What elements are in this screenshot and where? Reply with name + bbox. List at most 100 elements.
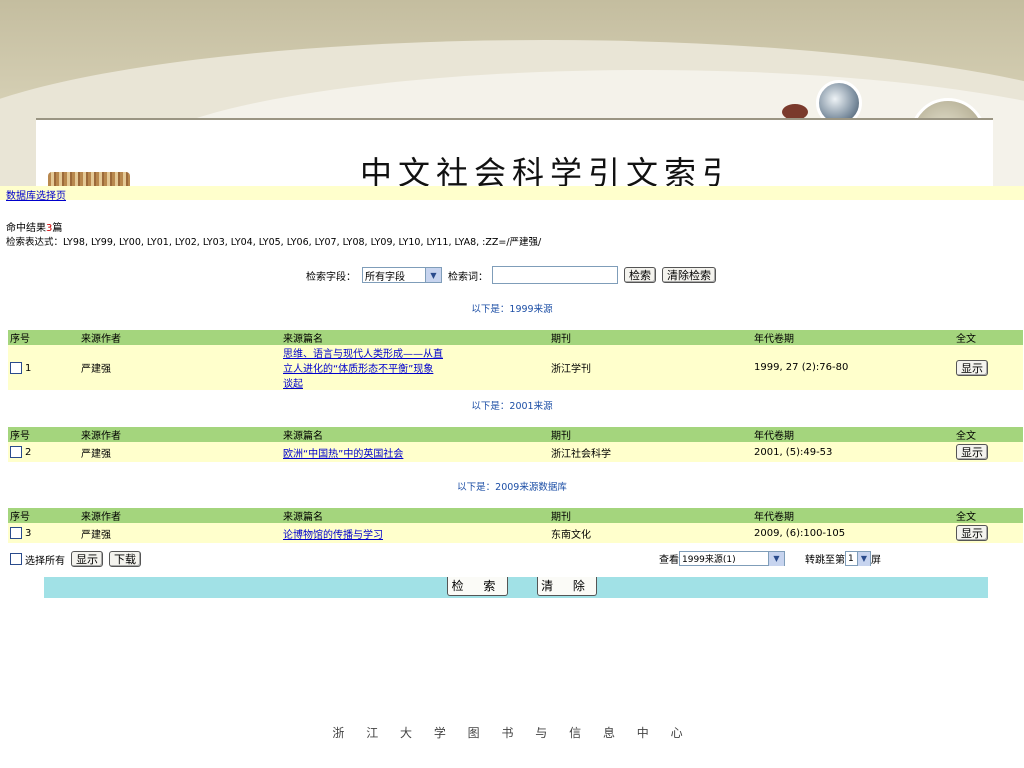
show-selected-button[interactable]: 显示	[71, 551, 103, 567]
field-label: 检索字段：	[306, 271, 356, 283]
row-journal: 浙江社会科学	[549, 442, 752, 462]
organization-footer: 浙 江 大 学 图 书 与 信 息 中 心	[332, 726, 692, 740]
field-select[interactable]: 所有字段 ▼	[362, 267, 442, 283]
col-header-fulltext: 全文	[954, 330, 1023, 345]
clear-search-button[interactable]: 清除检索	[662, 267, 716, 283]
row-no: 2	[25, 447, 32, 458]
row-checkbox[interactable]	[10, 446, 22, 458]
show-fulltext-button[interactable]: 显示	[956, 359, 988, 376]
hit-count-prefix: 命中结果	[6, 223, 46, 234]
col-header-journal: 期刊	[549, 508, 752, 523]
col-header-journal: 期刊	[549, 330, 752, 345]
bottom-search-button[interactable]: 检 索	[447, 577, 508, 596]
section-heading-2009: 以下是：2009来源数据库	[457, 482, 567, 493]
title-line: 立人进化的“体质形态不平衡”现象	[283, 364, 434, 375]
jump-page-value: 1	[848, 553, 854, 564]
col-header-no: 序号	[8, 330, 79, 345]
col-header-no: 序号	[8, 508, 79, 523]
col-header-issue: 年代卷期	[752, 427, 954, 442]
jump-page-select[interactable]: 1 ▼	[845, 551, 871, 566]
select-all-label: 选择所有	[25, 555, 65, 567]
article-title-link[interactable]: 思维、语言与现代人类形成——从直 立人进化的“体质形态不平衡”现象 谈起	[283, 349, 443, 390]
col-header-title: 来源篇名	[281, 427, 549, 442]
table-header-row: 序号 来源作者 来源篇名 期刊 年代卷期 全文	[8, 508, 1023, 523]
row-journal: 浙江学刊	[549, 345, 752, 390]
row-author: 严建强	[79, 345, 281, 390]
bottom-clear-button[interactable]: 清 除	[537, 577, 597, 596]
row-no-cell: 3	[8, 523, 79, 543]
db-select-link[interactable]: 数据库选择页	[6, 187, 66, 202]
row-journal: 东南文化	[549, 523, 752, 543]
search-expression: 检索表达式：LY98, LY99, LY00, LY01, LY02, LY03…	[6, 234, 541, 248]
row-title-cell: 论博物馆的传播与学习	[281, 523, 549, 543]
row-no-cell: 1	[8, 345, 79, 390]
hit-count: 命中结果3篇	[6, 219, 62, 234]
col-header-author: 来源作者	[79, 330, 281, 345]
bulk-actions: 选择所有 显示 下载	[10, 551, 147, 567]
col-header-fulltext: 全文	[954, 427, 1023, 442]
table-row: 3 严建强 论博物馆的传播与学习 东南文化 2009, (6):100-105 …	[8, 523, 1023, 543]
chevron-down-icon[interactable]: ▼	[768, 551, 784, 566]
chevron-down-icon[interactable]: ▼	[425, 268, 441, 282]
article-title-link[interactable]: 欧洲“中国热”中的英国社会	[283, 449, 403, 460]
row-issue: 2001, (5):49-53	[752, 442, 954, 462]
row-no: 3	[25, 528, 32, 539]
col-header-title: 来源篇名	[281, 330, 549, 345]
result-actions-bar: 选择所有 显示 下载 查看 1999来源(1) ▼ 转跳至第 1 ▼ 屏	[8, 549, 1023, 567]
row-fulltext-cell: 显示	[954, 523, 1023, 543]
section-heading-1999: 以下是：1999来源	[471, 304, 553, 315]
header-banner: 中文社会科学引文索引	[0, 0, 1024, 186]
search-expression-value: LY98, LY99, LY00, LY01, LY02, LY03, LY04…	[63, 237, 542, 248]
search-button[interactable]: 检索	[624, 267, 656, 283]
title-line: 思维、语言与现代人类形成——从直	[283, 349, 443, 360]
hit-count-suffix: 篇	[52, 223, 63, 234]
col-header-author: 来源作者	[79, 427, 281, 442]
row-issue: 1999, 27 (2):76-80	[752, 345, 954, 390]
view-label: 查看	[659, 555, 679, 566]
table-row: 2 严建强 欧洲“中国热”中的英国社会 浙江社会科学 2001, (5):49-…	[8, 442, 1023, 462]
col-header-issue: 年代卷期	[752, 508, 954, 523]
view-source-value: 1999来源(1)	[682, 555, 736, 565]
col-header-issue: 年代卷期	[752, 330, 954, 345]
term-label: 检索词：	[448, 271, 488, 283]
row-fulltext-cell: 显示	[954, 345, 1023, 390]
books-decoration-icon	[48, 172, 130, 186]
row-title-cell: 思维、语言与现代人类形成——从直 立人进化的“体质形态不平衡”现象 谈起	[281, 345, 549, 390]
results-table-2009: 序号 来源作者 来源篇名 期刊 年代卷期 全文 3 严建强 论博物馆的传播与学习…	[8, 508, 1023, 543]
article-title-link[interactable]: 论博物馆的传播与学习	[283, 530, 383, 541]
search-expression-label: 检索表达式：	[6, 237, 64, 248]
chevron-down-icon[interactable]: ▼	[857, 551, 870, 566]
col-header-no: 序号	[8, 427, 79, 442]
row-author: 严建强	[79, 523, 281, 543]
row-title-cell: 欧洲“中国热”中的英国社会	[281, 442, 549, 462]
nav-bar: 数据库选择页	[0, 186, 1024, 202]
view-navigation: 查看 1999来源(1) ▼ 转跳至第 1 ▼ 屏	[659, 551, 881, 566]
jump-prefix: 转跳至第	[805, 555, 845, 566]
table-row: 1 严建强 思维、语言与现代人类形成——从直 立人进化的“体质形态不平衡”现象 谈起…	[8, 345, 1023, 390]
site-title: 中文社会科学引文索引	[360, 154, 720, 186]
title-line: 谈起	[283, 379, 303, 390]
table-header-row: 序号 来源作者 来源篇名 期刊 年代卷期 全文	[8, 330, 1023, 345]
search-form: 检索字段： 所有字段 ▼ 检索词： 检索 清除检索	[306, 265, 722, 285]
show-fulltext-button[interactable]: 显示	[956, 525, 988, 541]
row-issue: 2009, (6):100-105	[752, 523, 954, 543]
col-header-journal: 期刊	[549, 427, 752, 442]
select-all-checkbox[interactable]	[10, 553, 22, 565]
jump-suffix: 屏	[871, 555, 881, 566]
download-button[interactable]: 下载	[109, 551, 141, 567]
col-header-author: 来源作者	[79, 508, 281, 523]
row-fulltext-cell: 显示	[954, 442, 1023, 462]
row-no-cell: 2	[8, 442, 79, 462]
results-table-2001: 序号 来源作者 来源篇名 期刊 年代卷期 全文 2 严建强 欧洲“中国热”中的英…	[8, 427, 1023, 462]
row-checkbox[interactable]	[10, 527, 22, 539]
search-term-input[interactable]	[492, 266, 618, 284]
field-select-value: 所有字段	[365, 271, 405, 283]
view-source-select[interactable]: 1999来源(1) ▼	[679, 551, 785, 566]
col-header-title: 来源篇名	[281, 508, 549, 523]
col-header-fulltext: 全文	[954, 508, 1023, 523]
row-checkbox[interactable]	[10, 361, 22, 374]
row-author: 严建强	[79, 442, 281, 462]
show-fulltext-button[interactable]: 显示	[956, 444, 988, 460]
bottom-action-bar	[44, 577, 988, 598]
table-header-row: 序号 来源作者 来源篇名 期刊 年代卷期 全文	[8, 427, 1023, 442]
